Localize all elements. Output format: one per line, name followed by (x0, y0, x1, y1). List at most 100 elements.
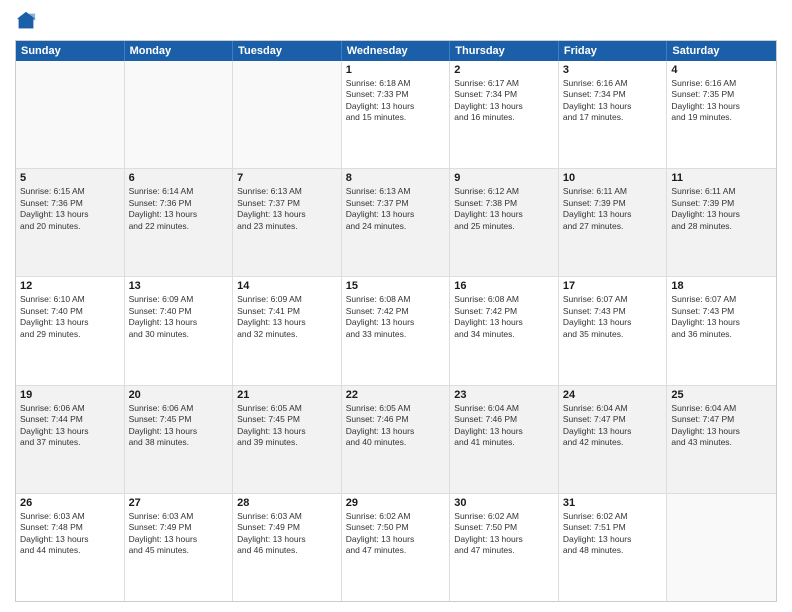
day-cell-15: 15 Sunrise: 6:08 AM Sunset: 7:42 PM Dayli… (342, 277, 451, 384)
day-info: Sunrise: 6:11 AM Sunset: 7:39 PM Dayligh… (671, 186, 772, 232)
day-cell-12: 12Sunrise: 6:10 AM Sunset: 7:40 PM Dayli… (16, 277, 125, 384)
day-number: 16 (454, 280, 554, 292)
day-info: Sunrise: 6:07 AM Sunset: 7:43 PM Dayligh… (671, 294, 772, 340)
day-info: Sunrise: 6:14 AM Sunset: 7:36 PM Dayligh… (129, 186, 229, 232)
day-number: 27 (129, 497, 229, 509)
day-info: Sunrise: 6:03 AM Sunset: 7:49 PM Dayligh… (237, 511, 337, 557)
day-number: 28 (237, 497, 337, 509)
empty-cell (16, 61, 125, 168)
day-cell-4: 4 Sunrise: 6:16 AM Sunset: 7:35 PM Daylig… (667, 61, 776, 168)
day-number: 5 (20, 172, 120, 184)
day-number: 20 (129, 389, 229, 401)
day-cell-16: 16 Sunrise: 6:08 AM Sunset: 7:42 PM Dayli… (450, 277, 559, 384)
day-number: 29 (346, 497, 446, 509)
day-number: 2 (454, 64, 554, 76)
day-info: Sunrise: 6:04 AM Sunset: 7:47 PM Dayligh… (671, 403, 772, 449)
day-cell-3: 3 Sunrise: 6:16 AM Sunset: 7:34 PM Daylig… (559, 61, 668, 168)
calendar-header: SundayMondayTuesdayWednesdayThursdayFrid… (16, 41, 776, 61)
day-info: Sunrise: 6:09 AM Sunset: 7:40 PM Dayligh… (129, 294, 229, 340)
day-info: Sunrise: 6:12 AM Sunset: 7:38 PM Dayligh… (454, 186, 554, 232)
day-cell-30: 30 Sunrise: 6:02 AM Sunset: 7:50 PM Dayli… (450, 494, 559, 601)
day-info: Sunrise: 6:13 AM Sunset: 7:37 PM Dayligh… (346, 186, 446, 232)
header-day-tuesday: Tuesday (233, 41, 342, 61)
calendar: SundayMondayTuesdayWednesdayThursdayFrid… (15, 40, 777, 602)
day-number: 24 (563, 389, 663, 401)
day-cell-28: 28 Sunrise: 6:03 AM Sunset: 7:49 PM Dayli… (233, 494, 342, 601)
day-info: Sunrise: 6:16 AM Sunset: 7:35 PM Dayligh… (671, 78, 772, 124)
day-cell-13: 13 Sunrise: 6:09 AM Sunset: 7:40 PM Dayli… (125, 277, 234, 384)
day-number: 3 (563, 64, 663, 76)
day-info: Sunrise: 6:09 AM Sunset: 7:41 PM Dayligh… (237, 294, 337, 340)
calendar-row-2: 12Sunrise: 6:10 AM Sunset: 7:40 PM Dayli… (16, 276, 776, 384)
day-number: 11 (671, 172, 772, 184)
calendar-body: 1Sunrise: 6:18 AM Sunset: 7:33 PM Daylig… (16, 61, 776, 601)
day-number: 25 (671, 389, 772, 401)
day-cell-2: 2 Sunrise: 6:17 AM Sunset: 7:34 PM Daylig… (450, 61, 559, 168)
header-day-wednesday: Wednesday (342, 41, 451, 61)
day-info: Sunrise: 6:11 AM Sunset: 7:39 PM Dayligh… (563, 186, 663, 232)
day-info: Sunrise: 6:05 AM Sunset: 7:46 PM Dayligh… (346, 403, 446, 449)
day-cell-31: 31Sunrise: 6:02 AM Sunset: 7:51 PM Dayli… (559, 494, 668, 601)
day-number: 6 (129, 172, 229, 184)
day-number: 12 (20, 280, 120, 292)
day-number: 22 (346, 389, 446, 401)
header (15, 10, 777, 32)
calendar-row-1: 5Sunrise: 6:15 AM Sunset: 7:36 PM Daylig… (16, 168, 776, 276)
day-number: 14 (237, 280, 337, 292)
day-info: Sunrise: 6:08 AM Sunset: 7:42 PM Dayligh… (454, 294, 554, 340)
day-number: 1 (346, 64, 446, 76)
day-number: 19 (20, 389, 120, 401)
day-cell-17: 17Sunrise: 6:07 AM Sunset: 7:43 PM Dayli… (559, 277, 668, 384)
empty-cell (667, 494, 776, 601)
day-number: 31 (563, 497, 663, 509)
day-cell-7: 7Sunrise: 6:13 AM Sunset: 7:37 PM Daylig… (233, 169, 342, 276)
day-info: Sunrise: 6:02 AM Sunset: 7:50 PM Dayligh… (454, 511, 554, 557)
logo (15, 10, 41, 32)
day-cell-10: 10 Sunrise: 6:11 AM Sunset: 7:39 PM Dayli… (559, 169, 668, 276)
header-day-friday: Friday (559, 41, 668, 61)
day-number: 30 (454, 497, 554, 509)
day-info: Sunrise: 6:16 AM Sunset: 7:34 PM Dayligh… (563, 78, 663, 124)
empty-cell (125, 61, 234, 168)
day-info: Sunrise: 6:17 AM Sunset: 7:34 PM Dayligh… (454, 78, 554, 124)
page: SundayMondayTuesdayWednesdayThursdayFrid… (0, 0, 792, 612)
calendar-row-4: 26 Sunrise: 6:03 AM Sunset: 7:48 PM Dayli… (16, 493, 776, 601)
day-number: 23 (454, 389, 554, 401)
day-number: 10 (563, 172, 663, 184)
calendar-row-0: 1Sunrise: 6:18 AM Sunset: 7:33 PM Daylig… (16, 61, 776, 168)
day-info: Sunrise: 6:04 AM Sunset: 7:47 PM Dayligh… (563, 403, 663, 449)
day-info: Sunrise: 6:06 AM Sunset: 7:44 PM Dayligh… (20, 403, 120, 449)
day-info: Sunrise: 6:04 AM Sunset: 7:46 PM Dayligh… (454, 403, 554, 449)
day-number: 21 (237, 389, 337, 401)
day-number: 9 (454, 172, 554, 184)
day-number: 26 (20, 497, 120, 509)
day-cell-27: 27Sunrise: 6:03 AM Sunset: 7:49 PM Dayli… (125, 494, 234, 601)
day-cell-9: 9 Sunrise: 6:12 AM Sunset: 7:38 PM Daylig… (450, 169, 559, 276)
day-info: Sunrise: 6:06 AM Sunset: 7:45 PM Dayligh… (129, 403, 229, 449)
logo-icon (15, 10, 37, 32)
day-cell-21: 21 Sunrise: 6:05 AM Sunset: 7:45 PM Dayli… (233, 386, 342, 493)
day-cell-1: 1Sunrise: 6:18 AM Sunset: 7:33 PM Daylig… (342, 61, 451, 168)
day-number: 13 (129, 280, 229, 292)
day-cell-11: 11 Sunrise: 6:11 AM Sunset: 7:39 PM Dayli… (667, 169, 776, 276)
day-number: 15 (346, 280, 446, 292)
day-cell-8: 8 Sunrise: 6:13 AM Sunset: 7:37 PM Daylig… (342, 169, 451, 276)
day-cell-26: 26 Sunrise: 6:03 AM Sunset: 7:48 PM Dayli… (16, 494, 125, 601)
day-cell-14: 14 Sunrise: 6:09 AM Sunset: 7:41 PM Dayli… (233, 277, 342, 384)
empty-cell (233, 61, 342, 168)
header-day-thursday: Thursday (450, 41, 559, 61)
day-number: 8 (346, 172, 446, 184)
day-cell-23: 23 Sunrise: 6:04 AM Sunset: 7:46 PM Dayli… (450, 386, 559, 493)
day-cell-22: 22 Sunrise: 6:05 AM Sunset: 7:46 PM Dayli… (342, 386, 451, 493)
calendar-row-3: 19 Sunrise: 6:06 AM Sunset: 7:44 PM Dayli… (16, 385, 776, 493)
day-info: Sunrise: 6:03 AM Sunset: 7:48 PM Dayligh… (20, 511, 120, 557)
day-number: 4 (671, 64, 772, 76)
day-cell-6: 6 Sunrise: 6:14 AM Sunset: 7:36 PM Daylig… (125, 169, 234, 276)
day-info: Sunrise: 6:05 AM Sunset: 7:45 PM Dayligh… (237, 403, 337, 449)
header-day-sunday: Sunday (16, 41, 125, 61)
day-cell-25: 25 Sunrise: 6:04 AM Sunset: 7:47 PM Dayli… (667, 386, 776, 493)
day-cell-18: 18Sunrise: 6:07 AM Sunset: 7:43 PM Dayli… (667, 277, 776, 384)
day-cell-20: 20 Sunrise: 6:06 AM Sunset: 7:45 PM Dayli… (125, 386, 234, 493)
header-day-monday: Monday (125, 41, 234, 61)
day-info: Sunrise: 6:08 AM Sunset: 7:42 PM Dayligh… (346, 294, 446, 340)
